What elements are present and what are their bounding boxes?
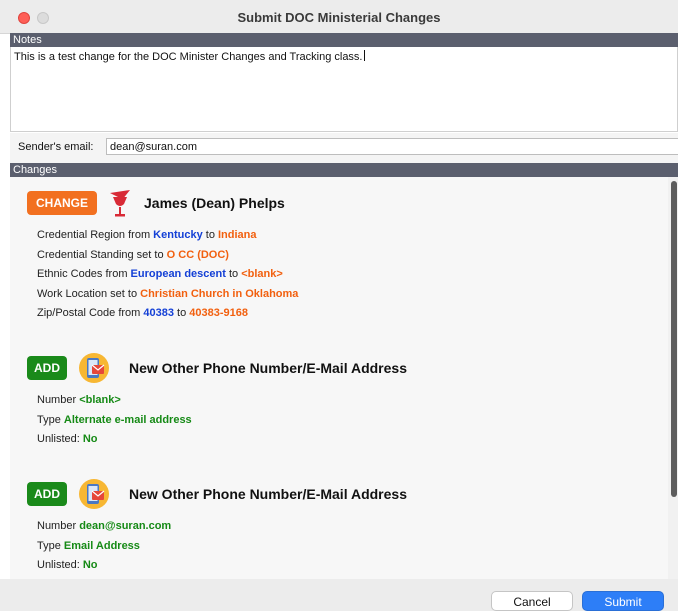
add-block-title: New Other Phone Number/E-Mail Address: [129, 486, 407, 502]
changes-panel[interactable]: CHANGE James (Dean) Phelps Credential Re…: [10, 177, 668, 579]
title-bar: Submit DOC Ministerial Changes: [0, 0, 678, 34]
change-badge: CHANGE: [27, 191, 97, 215]
change-line: Ethnic Codes from European descent to <b…: [37, 268, 283, 280]
button-bar: [0, 579, 678, 611]
text-caret: [363, 50, 365, 61]
add-line: Number dean@suran.com: [37, 520, 172, 532]
add-badge: ADD: [27, 356, 67, 380]
add-badge: ADD: [27, 482, 67, 506]
sender-email-input[interactable]: [106, 138, 678, 155]
window-title: Submit DOC Ministerial Changes: [237, 10, 441, 25]
sender-email-row: Sender's email:: [10, 133, 678, 163]
chalice-icon: [109, 189, 131, 222]
change-line: Zip/Postal Code from 40383 to 40383-9168: [37, 307, 248, 319]
add-block-title: New Other Phone Number/E-Mail Address: [129, 360, 407, 376]
notes-text: This is a test change for the DOC Minist…: [14, 51, 363, 63]
add-block-header: ADD New Other Phone Number/E-Mail Addres…: [27, 352, 407, 388]
sender-email-label: Sender's email:: [18, 141, 94, 153]
change-block-header: CHANGE James (Dean) Phelps: [27, 187, 298, 223]
add-line: Unlisted: No: [37, 433, 98, 445]
add-line: Number <blank>: [37, 394, 121, 406]
add-line: Type Email Address: [37, 539, 140, 552]
notes-header: Notes: [10, 33, 678, 47]
notes-textarea[interactable]: This is a test change for the DOC Minist…: [10, 47, 678, 132]
changes-scrollbar-thumb[interactable]: [671, 181, 677, 497]
change-line: Work Location set to Christian Church in…: [37, 287, 299, 300]
add-block: ADD New Other Phone Number/E-Mail Addres…: [27, 478, 407, 579]
phone-email-icon: [78, 478, 110, 513]
add-block-header: ADD New Other Phone Number/E-Mail Addres…: [27, 478, 407, 514]
change-line: Credential Standing set to O CC (DOC): [37, 248, 229, 261]
change-line: Credential Region from Kentucky to India…: [37, 229, 257, 241]
add-line: Unlisted: No: [37, 559, 98, 571]
phone-email-icon: [78, 352, 110, 387]
submit-button[interactable]: Submit: [582, 591, 664, 611]
add-line: Type Alternate e-mail address: [37, 413, 192, 426]
add-block: ADD New Other Phone Number/E-Mail Addres…: [27, 352, 407, 453]
change-block: CHANGE James (Dean) Phelps Credential Re…: [27, 187, 298, 327]
changes-header: Changes: [10, 163, 678, 177]
cancel-button[interactable]: Cancel: [491, 591, 573, 611]
minister-name: James (Dean) Phelps: [144, 195, 285, 211]
